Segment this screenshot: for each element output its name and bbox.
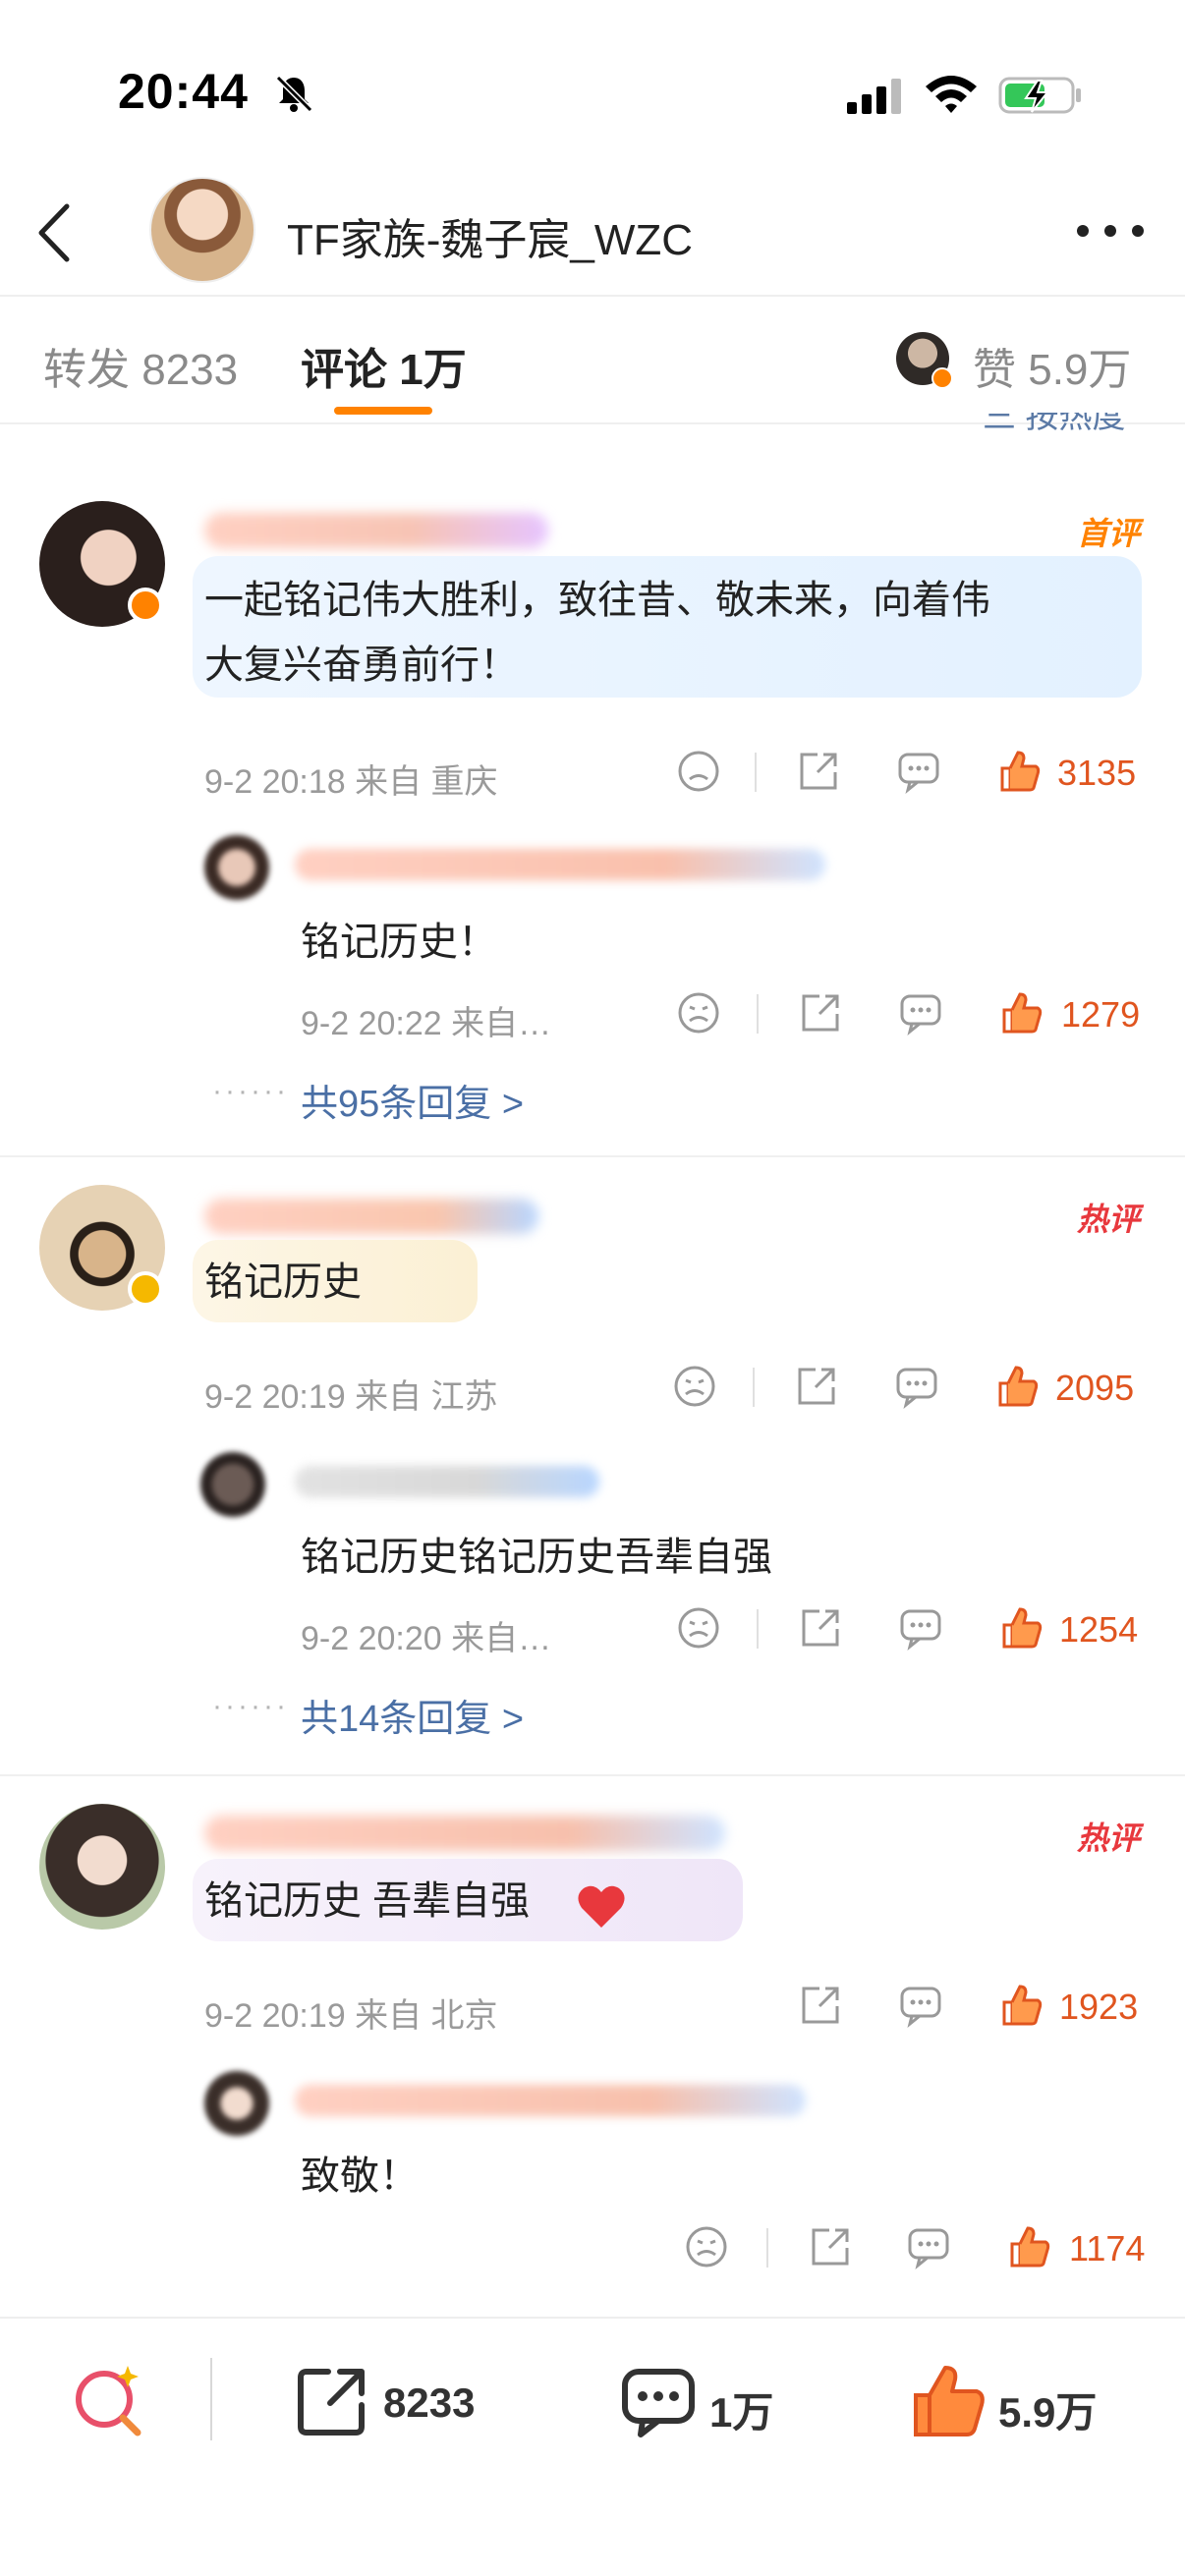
comment-icon[interactable]: [894, 1364, 939, 1409]
comment-icon[interactable]: [896, 749, 941, 794]
more-replies-link[interactable]: 共95条回复 >: [301, 1073, 524, 1127]
comment-icon[interactable]: [906, 2224, 951, 2269]
like-icon[interactable]: [996, 749, 1042, 794]
wifi-icon: [926, 76, 977, 113]
nav-header: TF家族-魏子宸_WZC: [0, 177, 1185, 295]
reply-avatar[interactable]: [204, 835, 269, 900]
replies-leader: ······: [212, 1075, 289, 1107]
divider: [0, 1774, 1185, 1776]
avatar[interactable]: [39, 1804, 165, 1930]
hot-comment-badge: 热评: [1076, 1202, 1140, 1237]
like-count: 1174: [1069, 2228, 1146, 2268]
dislike-icon[interactable]: [676, 749, 721, 794]
reply-text: 致敬！: [301, 2155, 419, 2198]
tab-likes[interactable]: 赞 5.9万: [973, 334, 1131, 397]
status-bar: 20:44: [0, 0, 1185, 177]
reply-username[interactable]: [295, 2085, 806, 2116]
comment-icon[interactable]: [898, 1983, 943, 2028]
replies-leader: ······: [212, 1690, 289, 1722]
repost-count: 8233: [383, 2380, 476, 2426]
like-count: 2095: [1055, 1368, 1135, 1408]
divider: [757, 994, 759, 1034]
divider: [0, 1155, 1185, 1157]
avatar[interactable]: [39, 1185, 165, 1311]
like-icon[interactable]: [994, 1364, 1040, 1409]
comment-actions: 3135: [0, 749, 1185, 808]
username[interactable]: [204, 1816, 725, 1851]
status-time: 20:44: [118, 64, 249, 119]
battery-charging-icon: [998, 77, 1081, 114]
like-icon[interactable]: [998, 990, 1044, 1036]
share-icon[interactable]: [808, 2224, 853, 2269]
divider: [210, 2358, 212, 2440]
more-replies-link[interactable]: 共14条回复 >: [301, 1688, 524, 1742]
comment-icon: [622, 2369, 695, 2437]
share-icon[interactable]: [796, 749, 841, 794]
reply-text: 铭记历史！: [301, 921, 497, 964]
page-title[interactable]: TF家族-魏子宸_WZC: [287, 204, 693, 267]
reply-text: 铭记历史铭记历史吾辈自强: [301, 1536, 772, 1579]
comment-icon[interactable]: [898, 1605, 943, 1651]
reply-meta: 9-2 20:20 来自…: [301, 1620, 552, 1657]
hot-comment-badge: 热评: [1076, 1820, 1140, 1856]
reply-avatar[interactable]: [200, 1452, 265, 1517]
comment-text: 铭记历史 吾辈自强: [204, 1879, 531, 1923]
ai-search-icon[interactable]: [69, 2360, 147, 2438]
like-icon: [914, 2366, 985, 2436]
divider: [753, 1368, 755, 1407]
bell-slash-icon: [275, 75, 313, 113]
share-icon[interactable]: [798, 990, 843, 1036]
divider: [755, 753, 757, 792]
divider: [766, 2228, 768, 2268]
share-icon[interactable]: [798, 1983, 843, 2028]
reply-username[interactable]: [295, 849, 825, 880]
heart-emoji-icon: [578, 1885, 625, 1928]
share-icon[interactable]: [794, 1364, 839, 1409]
tab-comments[interactable]: 评论 1万: [301, 334, 467, 397]
like-count: 1254: [1059, 1609, 1139, 1650]
comment-icon[interactable]: [898, 990, 943, 1036]
like-count: 3135: [1057, 753, 1137, 793]
comment-text: 大复兴奋勇前行！: [204, 644, 519, 687]
like-icon[interactable]: [1006, 2224, 1051, 2269]
dislike-icon[interactable]: [676, 1605, 721, 1651]
comment-actions: 1923: [0, 1983, 1185, 2042]
divider: [757, 1609, 759, 1649]
sort-toggle[interactable]: 三 按热度: [983, 413, 1125, 436]
share-icon[interactable]: [798, 1605, 843, 1651]
tab-active-indicator: [334, 407, 432, 415]
reply-meta: 9-2 20:22 来自…: [301, 1005, 552, 1042]
tab-bar: 转发 8233 评论 1万 赞 5.9万: [0, 297, 1185, 422]
reply-avatar[interactable]: [204, 2071, 269, 2136]
back-arrow-icon[interactable]: [29, 198, 79, 267]
verified-badge: [931, 367, 953, 389]
tab-repost[interactable]: 转发 8233: [43, 334, 238, 397]
comment-text: 铭记历史: [204, 1260, 362, 1304]
bottom-action-bar: 8233 1万 5.9万: [0, 2317, 1185, 2576]
comment-text: 一起铭记伟大胜利，致往昔、敬未来，向着伟: [204, 579, 990, 622]
author-avatar[interactable]: [149, 177, 255, 283]
dislike-icon[interactable]: [672, 1364, 717, 1409]
share-icon: [298, 2369, 365, 2436]
like-icon[interactable]: [998, 1605, 1044, 1651]
dislike-icon[interactable]: [676, 990, 721, 1036]
comment-count: 1万: [709, 2389, 774, 2436]
reply-username[interactable]: [295, 1466, 599, 1497]
like-count: 1923: [1059, 1987, 1139, 2027]
verified-badge: [128, 1271, 163, 1307]
like-icon[interactable]: [998, 1983, 1044, 2028]
username[interactable]: [204, 1199, 538, 1234]
username[interactable]: [204, 513, 548, 548]
dislike-icon[interactable]: [684, 2224, 729, 2269]
verified-badge: [128, 588, 163, 623]
more-icon[interactable]: [1071, 216, 1150, 246]
like-count: 5.9万: [998, 2389, 1098, 2436]
avatar[interactable]: [39, 501, 165, 627]
like-count: 1279: [1061, 994, 1141, 1035]
signal-icon: [847, 79, 901, 114]
liker-avatar: [896, 332, 953, 389]
first-comment-badge: 首评: [1076, 516, 1140, 551]
comment-actions: 2095: [0, 1364, 1185, 1423]
